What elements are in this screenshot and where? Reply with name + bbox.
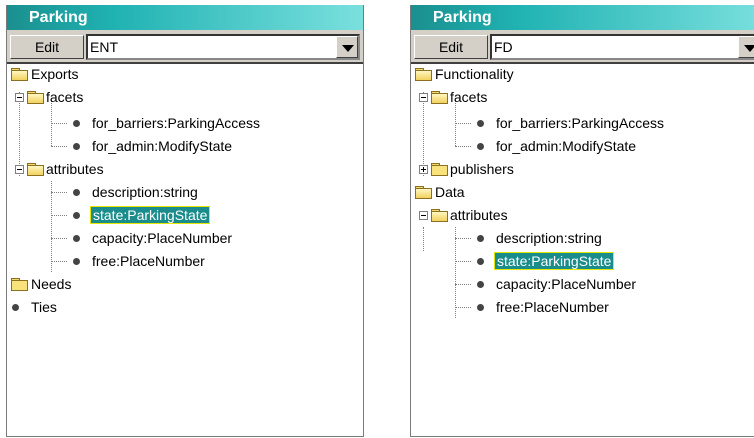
- toolbar: Edit FD: [411, 30, 754, 64]
- toolbar: Edit ENT: [7, 30, 363, 64]
- view-select-value: FD: [494, 39, 513, 55]
- tree-leaf-label: description:string: [496, 230, 602, 246]
- folder-open-icon: [431, 91, 448, 104]
- folder-open-icon: [415, 68, 432, 81]
- bullet-icon: [477, 258, 484, 265]
- view-select[interactable]: FD: [490, 34, 754, 60]
- tree-view: Exports facets for_barriers:ParkingAcces…: [7, 64, 363, 436]
- collapse-icon[interactable]: [15, 165, 24, 174]
- tree-leaf-label: free:PlaceNumber: [92, 253, 205, 269]
- left-panel: Parking Edit ENT Exports facets for_barr…: [6, 5, 364, 437]
- tree-node-label: publishers: [450, 161, 514, 177]
- tree-leaf-label: for_barriers:ParkingAccess: [496, 115, 665, 131]
- expand-icon[interactable]: [419, 165, 428, 174]
- tree-leaf-label: for_admin:ModifyState: [496, 138, 637, 154]
- chevron-down-icon[interactable]: [738, 36, 754, 58]
- tree-node-label: facets: [46, 89, 84, 105]
- folder-open-icon: [11, 68, 28, 81]
- tree-node-label: Data: [435, 184, 465, 200]
- bullet-icon: [477, 120, 484, 127]
- bullet-icon: [73, 258, 80, 265]
- bullet-icon: [73, 235, 80, 242]
- tree-node-label: Exports: [31, 66, 79, 82]
- tree-node-label: Ties: [31, 299, 57, 315]
- tree-leaf-label: description:string: [92, 184, 198, 200]
- collapse-icon[interactable]: [419, 93, 428, 102]
- tree-leaf-label: for_barriers:ParkingAccess: [92, 115, 261, 131]
- folder-open-icon: [431, 209, 448, 222]
- tree-view: Functionality facets for_barriers:Parkin…: [411, 64, 754, 436]
- view-select-value: ENT: [90, 39, 118, 55]
- bullet-icon: [477, 304, 484, 311]
- tree-leaf-label: capacity:PlaceNumber: [496, 276, 637, 292]
- tree-node-label: Functionality: [435, 66, 514, 82]
- tree-leaf-label: for_admin:ModifyState: [92, 138, 233, 154]
- view-select[interactable]: ENT: [86, 34, 360, 60]
- tree-leaf-label: capacity:PlaceNumber: [92, 230, 233, 246]
- bullet-icon: [477, 281, 484, 288]
- folder-icon: [431, 163, 448, 176]
- panel-title: Parking: [411, 5, 754, 30]
- tree-node-label: Needs: [31, 276, 72, 292]
- bullet-icon: [73, 212, 80, 219]
- right-panel: Parking Edit FD Functionality facets for…: [410, 5, 754, 437]
- folder-open-icon: [415, 186, 432, 199]
- bullet-icon: [73, 189, 80, 196]
- tree-leaf-label: state:ParkingState: [90, 206, 211, 224]
- bullet-icon: [477, 143, 484, 150]
- edit-button[interactable]: Edit: [10, 35, 84, 59]
- chevron-down-icon[interactable]: [336, 36, 358, 58]
- folder-open-icon: [27, 91, 44, 104]
- tree-node-label: attributes: [46, 161, 104, 177]
- tree-node-label: facets: [450, 89, 488, 105]
- tree-leaf-label: state:ParkingState: [494, 252, 615, 270]
- bullet-icon: [73, 120, 80, 127]
- tree-node-label: attributes: [450, 207, 508, 223]
- bullet-icon: [12, 304, 19, 311]
- bullet-icon: [73, 143, 80, 150]
- edit-button[interactable]: Edit: [414, 35, 488, 59]
- collapse-icon[interactable]: [15, 93, 24, 102]
- collapse-icon[interactable]: [419, 211, 428, 220]
- bullet-icon: [477, 235, 484, 242]
- panel-title: Parking: [7, 5, 363, 30]
- folder-icon: [11, 278, 28, 291]
- tree-leaf-label: free:PlaceNumber: [496, 299, 609, 315]
- folder-open-icon: [27, 163, 44, 176]
